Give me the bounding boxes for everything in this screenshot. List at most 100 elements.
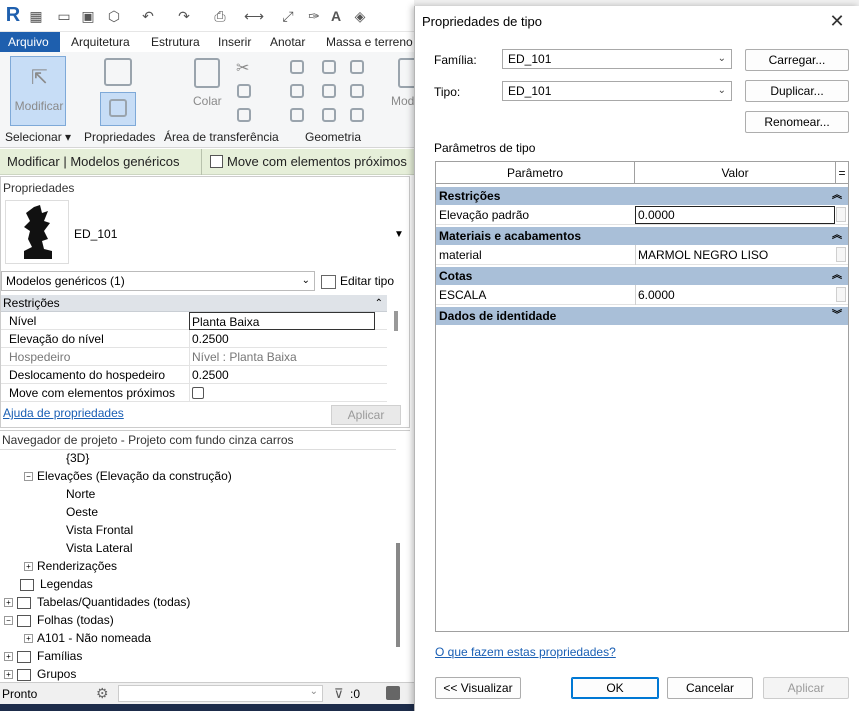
tag-icon[interactable]: ✑ [306,8,322,24]
group-selecionar[interactable]: Selecionar ▾ [5,130,71,144]
prop-value-input[interactable]: Planta Baixa [189,312,375,330]
tree-item-a101[interactable]: + A101 - Não nomeada [24,631,151,645]
category-filter-select[interactable]: Modelos genéricos (1) ⌄ [1,271,315,291]
properties-apply-button[interactable]: Aplicar [331,405,401,425]
cancelar-button[interactable]: Cancelar [667,677,753,699]
familia-select[interactable]: ED_101 ⌄ [502,49,732,69]
remove-paint-icon[interactable] [350,108,364,122]
stop-icon[interactable] [386,686,400,700]
param-value[interactable]: 6.0000 [635,285,835,305]
prop-row[interactable]: Nível Planta Baixa [1,312,387,330]
move-with-nearby-checkbox[interactable] [210,155,223,168]
param-row[interactable]: material MARMOL NEGRO LISO [436,245,848,265]
redo-icon[interactable]: ↷ [176,8,192,24]
cope-icon[interactable] [290,60,304,74]
prop-value[interactable] [189,384,375,402]
properties-help-link[interactable]: Ajuda de propriedades [3,406,124,420]
tree-item-3d[interactable]: {3D} [66,451,89,465]
expand-icon[interactable]: + [24,562,33,572]
worksets-icon[interactable]: ⚙ [96,685,109,702]
collapse-icon[interactable]: − [24,472,33,482]
open-icon[interactable]: ▭ [56,8,72,24]
section-cotas[interactable]: Cotas ︽ [436,267,848,285]
param-associate-button[interactable] [836,207,846,222]
browser-scrollbar[interactable] [396,543,400,647]
close-icon[interactable]: ✕ [815,6,859,36]
expand-icon[interactable]: + [4,598,13,608]
section-dados-identidade[interactable]: Dados de identidade ︾ [436,307,848,325]
tree-item-vista-lateral[interactable]: Vista Lateral [66,541,133,555]
paint-icon[interactable] [322,84,336,98]
section-restricoes[interactable]: Restrições ︽ [436,187,848,205]
expand-icon[interactable]: + [4,652,13,662]
ok-button[interactable]: OK [571,677,659,699]
param-row[interactable]: Elevação padrão 0.0000 [436,205,848,225]
aplicar-button[interactable]: Aplicar [763,677,849,699]
col-parametro[interactable]: Parâmetro [436,162,635,184]
tree-item-familias[interactable]: + Famílias [4,649,82,663]
help-link[interactable]: O que fazem estas propriedades? [435,645,616,659]
tree-item-grupos[interactable]: + Grupos [4,667,76,681]
save-icon[interactable]: ▣ [80,8,96,24]
properties-scrollbar[interactable] [394,311,398,331]
paste-icon[interactable] [194,58,220,88]
visualizar-button[interactable]: << Visualizar [435,677,521,699]
tab-arquivo[interactable]: Arquivo [0,32,60,52]
param-value-input[interactable]: 0.0000 [635,206,835,224]
wall-join-icon[interactable] [290,108,304,122]
duplicar-button[interactable]: Duplicar... [745,80,849,102]
tab-arquitetura[interactable]: Arquitetura [71,32,130,52]
col-formula[interactable]: = [836,162,848,184]
tree-item-norte[interactable]: Norte [66,487,95,501]
tree-item-vista-frontal[interactable]: Vista Frontal [66,523,133,537]
match-icon[interactable] [237,108,251,122]
tipo-select[interactable]: ED_101 ⌄ [502,81,732,101]
measure-icon[interactable]: ⟷ [244,8,264,24]
modify-button[interactable]: ⇱ Modificar [10,56,66,126]
tree-item-tabelas[interactable]: + Tabelas/Quantidades (todas) [4,595,190,609]
tree-item-elevacoes[interactable]: − Elevações (Elevação da construção) [24,469,232,483]
move-checkbox[interactable] [192,387,204,399]
collapse-icon[interactable]: − [4,616,13,626]
edit-type-button[interactable]: Editar tipo [321,271,401,291]
param-row[interactable]: ESCALA 6.0000 [436,285,848,305]
tree-item-renderizacoes[interactable]: + Renderizações [24,559,117,573]
print-icon[interactable]: ⎙ [212,8,228,24]
pattern-icon[interactable] [322,108,336,122]
join-icon[interactable] [350,60,364,74]
3d-view-icon[interactable]: ◈ [352,8,368,24]
text-icon[interactable]: A [328,8,344,24]
tree-item-folhas[interactable]: − Folhas (todas) [4,613,114,627]
workset-select[interactable]: ⌄ [118,685,323,702]
prop-value[interactable]: 0.2500 [189,330,375,348]
prop-value[interactable]: 0.2500 [189,366,375,384]
copy-icon[interactable] [237,84,251,98]
demolish-icon[interactable] [350,84,364,98]
section-materiais[interactable]: Materiais e acabamentos ︽ [436,227,848,245]
tab-inserir[interactable]: Inserir [218,32,251,52]
prop-row[interactable]: Move com elementos próximos [1,384,387,402]
cut-geometry-icon[interactable] [322,60,336,74]
expand-icon[interactable]: + [24,634,33,644]
tab-estrutura[interactable]: Estrutura [151,32,200,52]
carregar-button[interactable]: Carregar... [745,49,849,71]
sync-icon[interactable]: ⬡ [106,8,122,24]
revit-logo-icon[interactable]: R [4,4,22,26]
tree-item-legendas[interactable]: Legendas [20,577,93,591]
filter-icon[interactable]: ⊽ [334,686,344,702]
param-value[interactable]: MARMOL NEGRO LISO [635,245,835,265]
param-associate-button[interactable] [836,247,846,262]
properties-button[interactable] [100,92,136,126]
param-associate-button[interactable] [836,287,846,302]
renomear-button[interactable]: Renomear... [745,111,849,133]
col-valor[interactable]: Valor [635,162,836,184]
prop-row[interactable]: Deslocamento do hospedeiro 0.2500 [1,366,387,384]
grid-icon[interactable]: ▦ [28,8,44,24]
tab-massa-terreno[interactable]: Massa e terreno [326,32,413,52]
undo-icon[interactable]: ↶ [140,8,156,24]
align-icon[interactable]: ⤢ [280,8,296,24]
properties-section-restricoes[interactable]: Restrições ⌃ [1,295,387,312]
prop-row[interactable]: Elevação do nível 0.2500 [1,330,387,348]
type-selector-arrow-icon[interactable]: ▼ [394,229,404,240]
tab-anotar[interactable]: Anotar [270,32,305,52]
